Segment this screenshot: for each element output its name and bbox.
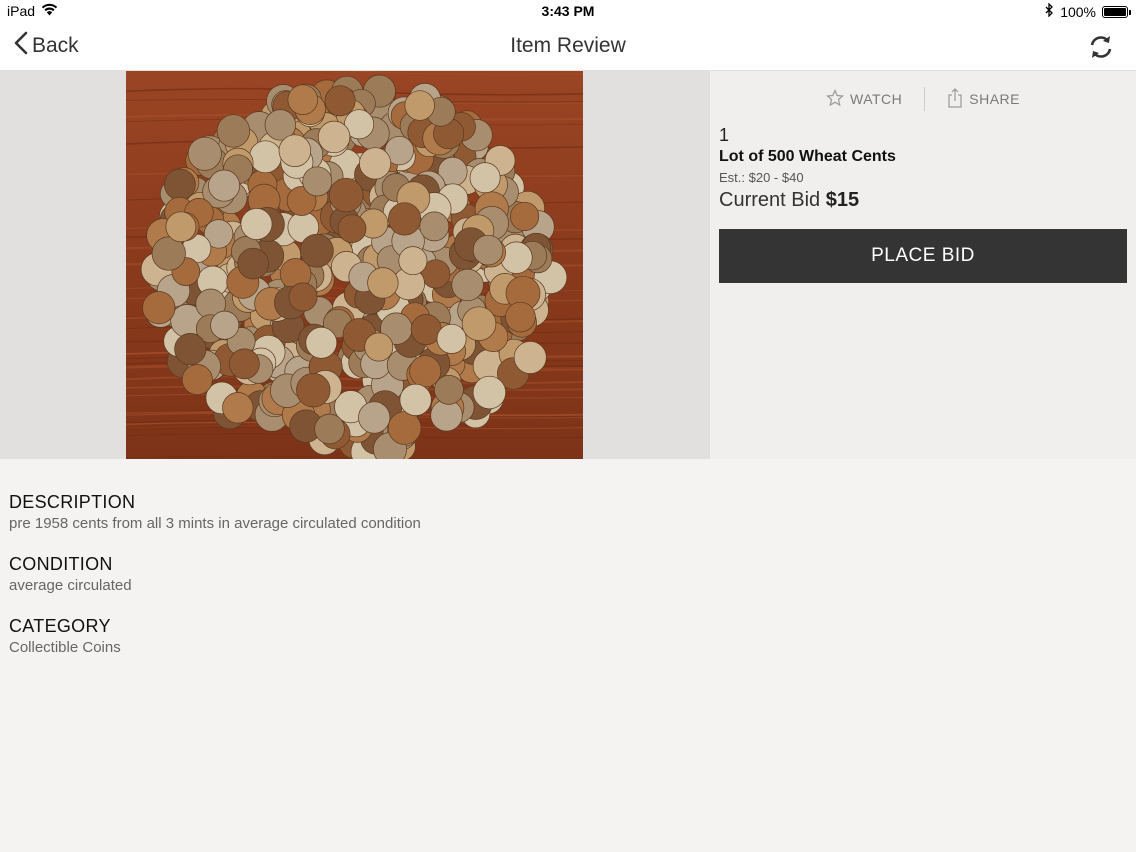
category-text: Collectible Coins [9,639,121,656]
item-details: DESCRIPTION pre 1958 cents from all 3 mi… [9,491,709,677]
refresh-button[interactable] [1086,32,1116,62]
status-bar: iPad 3:43 PM 100% [0,0,1136,22]
description-section: DESCRIPTION pre 1958 cents from all 3 mi… [9,491,709,535]
action-divider [924,87,926,111]
place-bid-button[interactable]: PLACE BID [719,229,1127,283]
category-heading: CATEGORY [9,616,111,636]
category-section: CATEGORY Collectible Coins [9,615,709,659]
refresh-icon [1086,36,1116,66]
condition-heading: CONDITION [9,554,113,574]
battery-icon [1102,5,1131,18]
image-area [0,71,710,459]
share-button[interactable]: SHARE [933,87,1034,111]
item-photo[interactable] [126,71,583,459]
lot-number: 1 [719,125,730,145]
watch-button[interactable]: WATCH [812,88,916,110]
share-label: SHARE [969,91,1020,107]
page-title: Item Review [510,34,626,57]
condition-section: CONDITION average circulated [9,553,709,597]
current-bid: Current Bid $15 [719,189,859,212]
nav-bar: Back Item Review [0,22,1136,71]
status-time: 3:43 PM [541,3,595,19]
condition-text: average circulated [9,577,132,594]
item-summary-panel: WATCH SHARE 1 Lot of 500 Wheat Cents Est… [710,71,1136,459]
battery-percent: 100% [1060,3,1096,20]
share-icon [947,87,963,111]
current-bid-label: Current Bid [719,189,821,211]
current-bid-value: $15 [825,189,860,211]
action-bar: WATCH SHARE [710,87,1136,111]
lot-title: Lot of 500 Wheat Cents [719,148,896,165]
star-icon [826,88,844,110]
bluetooth-icon [1045,2,1054,20]
watch-label: WATCH [850,91,903,107]
description-text: pre 1958 cents from all 3 mints in avera… [9,515,421,532]
estimate: Est.: $20 - $40 [719,170,804,185]
description-heading: DESCRIPTION [9,492,136,512]
